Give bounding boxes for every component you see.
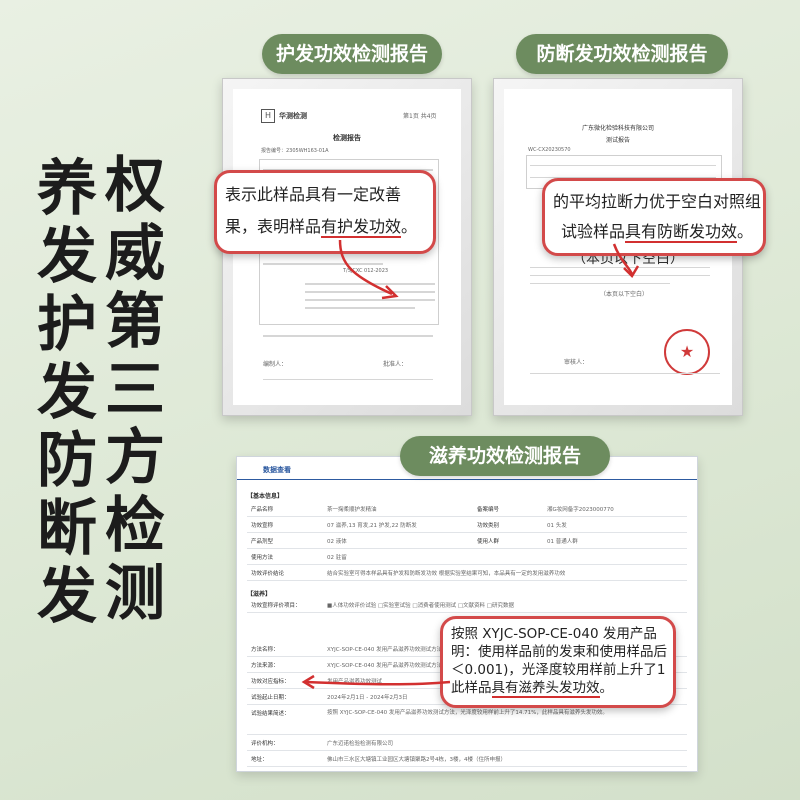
row-label: 地址： <box>251 757 268 763</box>
report-number: 报告编号：2305WH163-01A <box>261 148 329 154</box>
org-logo-icon: H <box>261 109 275 123</box>
table-row: 使用方法 02 驻留 <box>247 549 687 565</box>
row-label: 评价机构： <box>251 741 279 747</box>
tab-data-view[interactable]: 数据查看 <box>263 465 291 475</box>
callout-line: 的平均拉断力优于空白对照组 <box>553 192 762 211</box>
table-row: 功效宣称 07 滋养,13 育发,21 护发,22 防断发 功效类别 01 头发 <box>247 517 687 533</box>
row-label: 使用方法 <box>251 555 274 561</box>
doc-title: 测试报告 <box>606 137 631 144</box>
row-label: 功效类别 <box>477 523 500 529</box>
row-value: 02 液体 <box>327 539 347 545</box>
page-number: 第1页 共4页 <box>403 113 437 120</box>
report-number: WC-CX20230570 <box>528 147 571 153</box>
row-label: 产品剂型 <box>251 539 274 545</box>
pointer-arrow-icon <box>338 239 399 300</box>
label-anti-breakage-report: 防断发功效检测报告 <box>516 34 728 74</box>
callout-line: 明：使用样品前的发束和使用样品后 <box>451 644 667 660</box>
table-row: 功效宣称评价项目： ■人体功效评价试验 □实验室试验 □消费者使用测试 □文献资… <box>247 597 687 613</box>
row-value: XYJC-SOP-CE-040 发用产品滋养功效测试方法 <box>327 663 443 669</box>
row-label: 使用人群 <box>477 539 500 545</box>
headline-authoritative-third-party: 权威第三方检测 <box>105 151 165 629</box>
row-value: 茶一掬柔顺护发精油 <box>327 507 377 513</box>
row-label: 功效宣称 <box>251 523 274 529</box>
org-name: 广东微化检验科技有限公司 <box>582 125 655 132</box>
row-value: 01 头发 <box>547 523 567 529</box>
table-row: 产品剂型 02 液体 使用人群 01 普通人群 <box>247 533 687 549</box>
label-hair-care-report: 护发功效检测报告 <box>262 34 442 74</box>
row-label: 功效宣称评价项目： <box>251 603 301 609</box>
row-label: 产品名称 <box>251 507 274 513</box>
row-label: 功效对应指标： <box>251 679 290 685</box>
row-value: 02 驻留 <box>327 555 347 561</box>
callout-nourishing-conclusion: 按照 XYJC-SOP-CE-040 发用产品 明：使用样品前的发束和使用样品后… <box>440 616 676 708</box>
row-label: 方法名称： <box>251 647 279 653</box>
row-value: 湘G妆网备字2023000770 <box>547 507 614 513</box>
row-value: XYJC-SOP-CE-040 发用产品滋养功效测试方法 <box>327 647 443 653</box>
highlight-claim: 有护发功效 <box>321 217 402 238</box>
row-value: ■人体功效评价试验 □实验室试验 □消费者使用测试 □文献资料 □研究数据 <box>327 603 514 609</box>
pointer-arrow-icon <box>612 243 640 279</box>
org-name: 华测检测 <box>279 112 307 120</box>
table-row: 地址： 佛山市三水区大塘镇工业园区大塘镇聚路2号4栋，3楼，4楼（住所申报） <box>247 751 687 767</box>
doc-title: 检测报告 <box>333 134 361 142</box>
callout-line: 此样品具有滋养头发功效。 <box>451 680 613 698</box>
row-label: 试验结果简述： <box>251 711 290 717</box>
signer-label-2: 批准人： <box>383 361 408 368</box>
table-row: 产品名称 茶一掬柔顺护发精油 备案编号 湘G妆网备字2023000770 <box>247 501 687 517</box>
row-label: 方法来源： <box>251 663 279 669</box>
row-label: 试验起止日期： <box>251 695 290 701</box>
highlight-claim: 具有滋养头发功效 <box>491 680 600 698</box>
pointer-arrow-icon <box>301 674 451 690</box>
callout-line: 表示此样品具有一定改善 <box>225 185 402 204</box>
table-row: 评价机构： 广东迈诺检验检测有限公司 <box>247 735 687 751</box>
data-view-screen: 数据查看 【基本信息】 产品名称 茶一掬柔顺护发精油 备案编号 湘G妆网备字20… <box>236 456 698 772</box>
label-nourishing-report: 滋养功效检测报告 <box>400 436 610 476</box>
row-value: 广东迈诺检验检测有限公司 <box>327 741 394 747</box>
section-basic-info: 【基本信息】 <box>247 493 284 500</box>
callout-line: 按照 XYJC-SOP-CE-040 发用产品 <box>451 626 657 642</box>
row-label: 功效评价结论 <box>251 571 285 577</box>
signer-label: 审核人： <box>564 359 589 366</box>
official-stamp-icon: ★ <box>664 329 710 375</box>
signer-label-1: 编制人： <box>263 361 288 368</box>
row-value: 按照 XYJC-SOP-CE-040 发用产品滋养功效测试方法，光泽度较用样前上… <box>327 710 608 716</box>
headline-hair-care-claims: 养发护发防断发 <box>37 154 97 632</box>
row-value: 01 普通人群 <box>547 539 578 545</box>
callout-line: ＜0.001)，光泽度较用样前上升了1 <box>451 662 666 678</box>
table-row: 试验结果简述： 按照 XYJC-SOP-CE-040 发用产品滋养功效测试方法，… <box>247 705 687 735</box>
table-row: 功效评价结论 结合实验室可得本样品具有护发和防断发功效 根据实验室结果可知，本品… <box>247 565 687 581</box>
row-value: 结合实验室可得本样品具有护发和防断发功效 根据实验室结果可知，本品具有一定的发用… <box>327 571 566 577</box>
row-label: 备案编号 <box>477 507 500 513</box>
row-value: 佛山市三水区大塘镇工业园区大塘镇聚路2号4栋，3楼，4楼（住所申报） <box>327 757 506 763</box>
blank-note: （本页以下空白） <box>600 291 649 298</box>
row-value: 07 滋养,13 育发,21 护发,22 防断发 <box>327 523 417 529</box>
